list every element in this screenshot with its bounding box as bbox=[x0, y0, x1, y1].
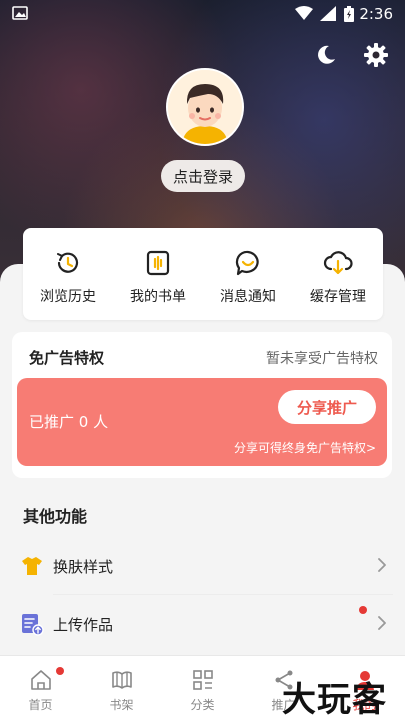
tab-label: 首页 bbox=[28, 698, 53, 712]
quick-action-messages[interactable]: 消息通知 bbox=[203, 228, 293, 320]
divider bbox=[53, 594, 393, 595]
battery-charging-icon bbox=[344, 6, 354, 22]
bookshelf-icon bbox=[111, 671, 132, 689]
booklist-icon bbox=[146, 250, 170, 276]
tab-home[interactable]: 首页 bbox=[0, 656, 81, 721]
ad-free-banner: 已推广 0 人 分享推广 分享可得终身免广告特权> bbox=[17, 378, 387, 466]
quick-action-label: 消息通知 bbox=[220, 289, 276, 305]
watermark-logo: 大玩客 bbox=[282, 680, 387, 720]
quick-actions-card: 浏览历史 我的书单 消息通知 缓存管理 bbox=[23, 228, 383, 320]
other-functions-title: 其他功能 bbox=[23, 507, 88, 526]
login-button[interactable]: 点击登录 bbox=[161, 160, 245, 192]
tab-bookshelf[interactable]: 书架 bbox=[81, 656, 162, 721]
status-time: 2:36 bbox=[359, 5, 393, 23]
ad-free-card: 免广告特权 暂未享受广告特权 已推广 0 人 分享推广 分享可得终身免广告特权> bbox=[12, 332, 392, 478]
tab-category[interactable]: 分类 bbox=[162, 656, 243, 721]
new-badge bbox=[359, 606, 367, 614]
quick-action-label: 缓存管理 bbox=[310, 289, 366, 305]
quick-action-booklist[interactable]: 我的书单 bbox=[113, 228, 203, 320]
cloud-download-icon bbox=[323, 251, 353, 275]
quick-action-history[interactable]: 浏览历史 bbox=[23, 228, 113, 320]
share-hint-link[interactable]: 分享可得终身免广告特权> bbox=[234, 439, 376, 456]
chevron-right-icon bbox=[378, 616, 386, 630]
upload-doc-icon bbox=[22, 614, 44, 636]
list-item-label: 换肤样式 bbox=[53, 558, 114, 576]
default-avatar-icon bbox=[168, 70, 242, 144]
gallery-icon bbox=[12, 6, 28, 20]
ad-free-title: 免广告特权 bbox=[29, 349, 105, 367]
quick-action-label: 浏览历史 bbox=[40, 289, 96, 305]
history-icon bbox=[57, 252, 79, 273]
quick-action-cache[interactable]: 缓存管理 bbox=[293, 228, 383, 320]
moon-icon bbox=[318, 45, 335, 64]
ad-free-status: 暂未享受广告特权 bbox=[266, 351, 378, 367]
tab-label: 书架 bbox=[109, 698, 134, 712]
category-icon bbox=[192, 670, 213, 690]
status-bar: 2:36 bbox=[0, 0, 405, 28]
chevron-right-icon bbox=[378, 558, 386, 572]
tab-label: 分类 bbox=[190, 698, 215, 712]
night-mode-button[interactable] bbox=[311, 40, 341, 70]
list-item-upload[interactable]: 上传作品 bbox=[0, 596, 405, 652]
promoted-count: 已推广 0 人 bbox=[29, 413, 109, 431]
list-item-label: 上传作品 bbox=[53, 616, 114, 634]
avatar[interactable] bbox=[166, 68, 244, 146]
message-icon bbox=[235, 250, 259, 276]
quick-action-label: 我的书单 bbox=[130, 289, 186, 305]
shirt-icon bbox=[22, 557, 42, 575]
gear-icon bbox=[364, 43, 388, 67]
wifi-icon bbox=[295, 6, 313, 20]
home-icon bbox=[30, 670, 51, 690]
signal-icon bbox=[320, 6, 336, 21]
list-item-skin[interactable]: 换肤样式 bbox=[0, 538, 405, 594]
settings-button[interactable] bbox=[361, 40, 391, 70]
share-promote-button[interactable]: 分享推广 bbox=[278, 390, 376, 424]
tab-badge bbox=[56, 667, 64, 675]
